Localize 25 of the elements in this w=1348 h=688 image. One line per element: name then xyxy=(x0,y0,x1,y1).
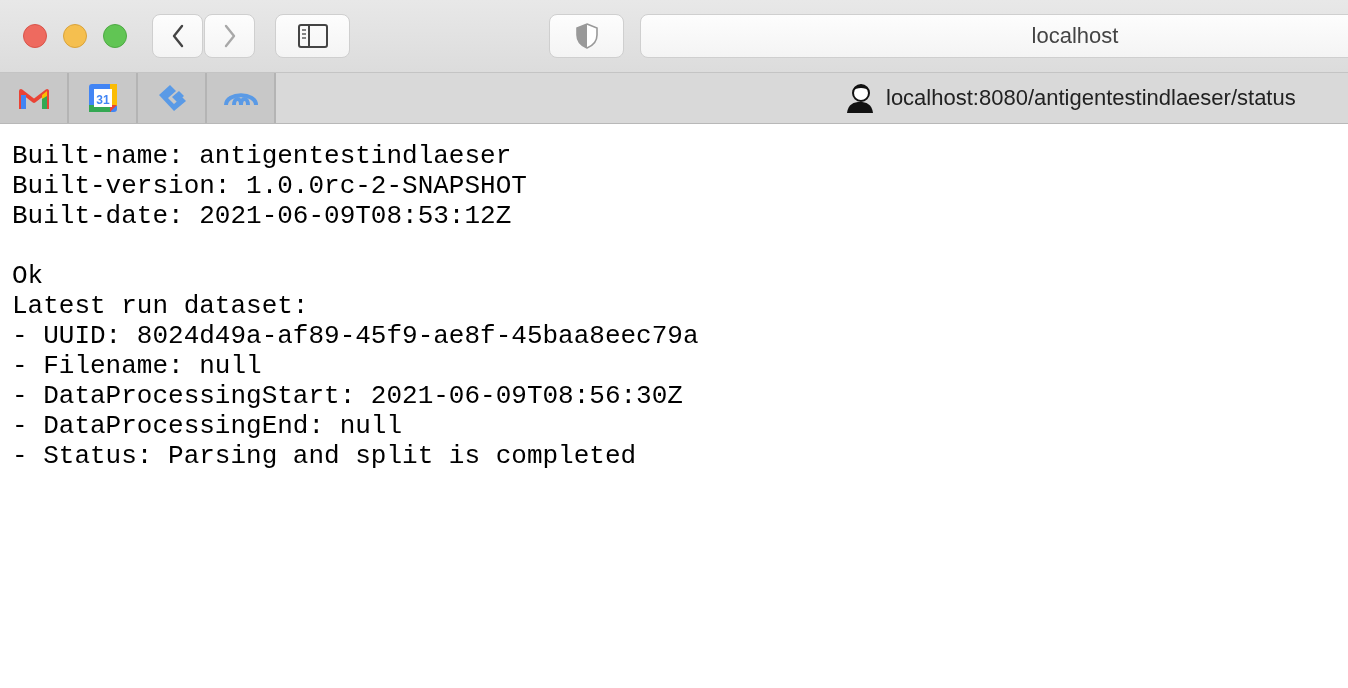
back-button[interactable] xyxy=(152,14,203,58)
text-line: Built-version: 1.0.0rc-2-SNAPSHOT xyxy=(12,171,528,201)
text-line: - UUID: 8024d49a-af89-45f9-ae8f-45baa8eec79a xyxy=(12,321,700,351)
zoom-button[interactable] xyxy=(103,24,127,48)
privacy-button[interactable] xyxy=(549,14,624,58)
address-field[interactable]: localhost xyxy=(640,14,1348,58)
text-line: - DataProcessingStart: 2021-06-09T08:56:30Z xyxy=(12,381,684,411)
text-line: Ok xyxy=(12,261,45,291)
text-line: - DataProcessingEnd: null xyxy=(12,411,404,441)
close-button[interactable] xyxy=(23,24,47,48)
browser-tab[interactable]: localhost:8080/antigentestindlaeser/status xyxy=(276,73,1348,123)
shield-icon xyxy=(575,23,598,49)
person-icon xyxy=(846,83,874,113)
text-line: Built-date: 2021-06-09T08:53:12Z xyxy=(12,201,513,231)
text-line: - Status: Parsing and split is completed xyxy=(12,441,638,471)
chevron-icon xyxy=(222,24,237,48)
chevron-icon xyxy=(170,24,185,48)
mail-icon xyxy=(18,87,49,109)
sidebar-button[interactable] xyxy=(275,14,350,58)
text-line: Latest run dataset: xyxy=(12,291,310,321)
sidebar-icon xyxy=(297,24,328,48)
text-line: Built-name: antigentestindlaeser xyxy=(12,141,513,171)
calendar-icon: 31 xyxy=(87,83,118,113)
minimize-button[interactable] xyxy=(63,24,87,48)
text-line: - Filename: null xyxy=(12,351,263,381)
